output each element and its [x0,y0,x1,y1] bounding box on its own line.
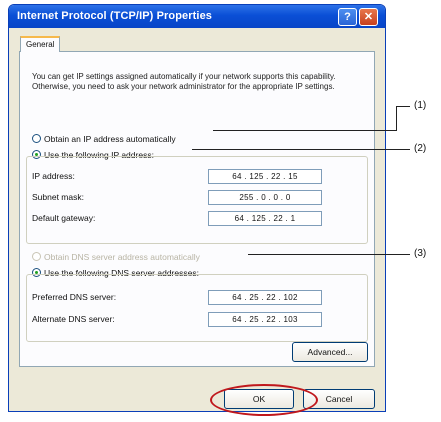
obtain-dns-auto-radio: Obtain DNS server address automatically [32,252,200,262]
callout-2-line [192,149,410,150]
ok-highlight-ring [210,384,318,416]
subnet-mask-label: Subnet mask: [32,192,84,202]
preferred-dns-row: Preferred DNS server: 64 . 25 . 22 . 102 [32,290,362,305]
preferred-dns-label: Preferred DNS server: [32,292,117,302]
subnet-mask-row: Subnet mask: 255 . 0 . 0 . 0 [32,190,362,205]
callout-3-label: (3) [414,248,427,259]
default-gateway-label: Default gateway: [32,213,96,223]
callout-1-line [213,130,397,131]
ip-address-row: IP address: 64 . 125 . 22 . 15 [32,169,362,184]
ip-address-label: IP address: [32,171,75,181]
callout-1-lead [396,106,410,107]
default-gateway-field[interactable]: 64 . 125 . 22 . 1 [208,211,322,226]
alternate-dns-field[interactable]: 64 . 25 . 22 . 103 [208,312,322,327]
radio-button-icon [32,252,41,261]
obtain-ip-auto-radio[interactable]: Obtain an IP address automatically [32,134,176,144]
tcpip-properties-dialog: Internet Protocol (TCP/IP) Properties ? … [8,4,386,412]
dns-settings-group [26,274,368,342]
alternate-dns-label: Alternate DNS server: [32,314,115,324]
advanced-button[interactable]: Advanced... [292,342,368,362]
description-text: You can get IP settings assigned automat… [32,72,336,91]
callout-1-label: (1) [414,100,427,111]
window-title: Internet Protocol (TCP/IP) Properties [17,10,213,22]
callout-2-label: (2) [414,143,427,154]
help-button[interactable]: ? [338,8,357,26]
title-bar[interactable]: Internet Protocol (TCP/IP) Properties ? … [9,5,385,28]
callout-3-line [248,254,410,255]
callout-1-connector [396,106,397,130]
ip-address-field[interactable]: 64 . 125 . 22 . 15 [208,169,322,184]
alternate-dns-row: Alternate DNS server: 64 . 25 . 22 . 103 [32,312,362,327]
subnet-mask-field[interactable]: 255 . 0 . 0 . 0 [208,190,322,205]
close-button[interactable]: ✕ [359,8,378,26]
default-gateway-row: Default gateway: 64 . 125 . 22 . 1 [32,211,362,226]
tab-general[interactable]: General [20,36,61,52]
general-panel: You can get IP settings assigned automat… [19,51,375,367]
radio-button-icon [32,134,41,143]
preferred-dns-field[interactable]: 64 . 25 . 22 . 102 [208,290,322,305]
